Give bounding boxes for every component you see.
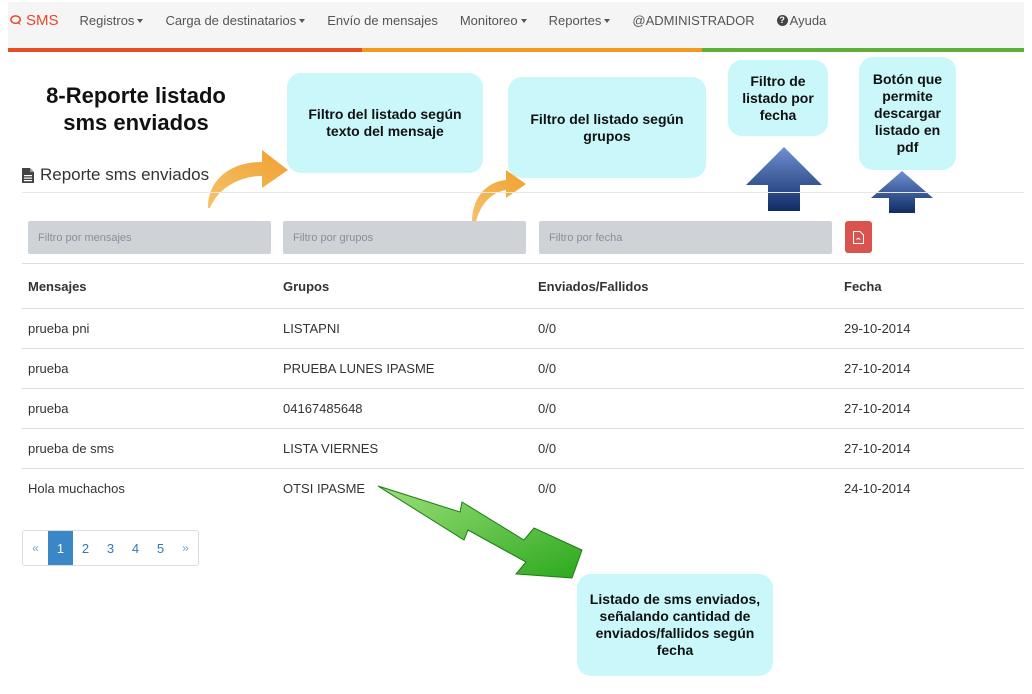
column-header-grupos[interactable]: Grupos [283,264,329,308]
curved-arrow-icon [208,150,288,208]
pagination-page-3[interactable]: 3 [98,531,123,565]
cell-grupo: PRUEBA LUNES IPASME [283,361,435,376]
nav-reportes-label: Reportes [548,12,602,28]
caret-down-icon [604,18,611,23]
pagination-page-2[interactable]: 2 [73,531,98,565]
table-row[interactable]: prueba pni LISTAPNI 0/0 29-10-2014 [22,308,1024,348]
caret-down-icon [137,18,144,23]
table-row[interactable]: prueba de sms LISTA VIERNES 0/0 27-10-20… [22,428,1024,468]
table-row[interactable]: Hola muchachos OTSI IPASME 0/0 24-10-201… [22,468,1024,508]
cell-grupo: LISTA VIERNES [283,441,379,456]
page-header: Reporte sms enviados [22,165,209,185]
table-row[interactable]: prueba 04167485648 0/0 27-10-2014 [22,388,1024,428]
cell-grupo: LISTAPNI [283,321,340,336]
pagination-prev[interactable]: « [23,531,48,565]
nav-envio-label: Envío de mensajes [327,12,438,28]
filter-mensajes-input[interactable] [28,221,271,254]
cell-fecha: 29-10-2014 [844,321,911,336]
nav-administrador[interactable]: @ADMINISTRADOR [621,13,765,28]
nav-registros-label: Registros [79,12,135,28]
nav-monitoreo[interactable]: Monitoreo [449,13,538,28]
brand-link[interactable]: SMS [8,12,59,29]
nav-administrador-label: @ADMINISTRADOR [632,12,755,28]
pagination-page-1[interactable]: 1 [48,531,73,565]
cell-mensaje: prueba [28,361,69,376]
callout-text-filter-label: Filtro del listado según texto del mensa… [308,106,462,139]
cell-enviados-fallidos: 0/0 [538,401,557,416]
cell-enviados-fallidos: 0/0 [538,361,557,376]
cell-fecha: 27-10-2014 [844,441,911,456]
table-header-row: Mensajes Grupos Enviados/Fallidos Fecha [22,263,1024,308]
caret-down-icon [520,18,527,23]
callout-list-label: Listado de sms enviados, señalando canti… [589,591,761,658]
chat-icon [10,14,22,25]
callout-group-filter: Filtro del listado según grupos [508,77,706,178]
nav-carga-label: Carga de destinatarios [165,12,297,28]
cell-mensaje: Hola muchachos [28,481,125,496]
question-circle-icon: ? [776,14,788,26]
header-divider [22,192,1024,193]
nav-carga-destinatarios[interactable]: Carga de destinatarios [154,13,316,28]
page-title: Reporte sms enviados [40,165,210,184]
pagination: « 1 2 3 4 5 » [22,530,199,566]
callout-list: Listado de sms enviados, señalando canti… [577,574,773,676]
nav-registros[interactable]: Registros [69,13,155,28]
nav-ayuda[interactable]: ? Ayuda [766,13,838,28]
cell-fecha: 24-10-2014 [844,481,911,496]
cell-enviados-fallidos: 0/0 [538,321,557,336]
filter-fecha-input[interactable] [539,221,832,254]
callout-text-filter: Filtro del listado según texto del mensa… [287,73,483,173]
top-navbar: SMS Registros Carga de destinatarios Env… [8,2,1024,52]
annotation-title-line1: 8-Reporte listado [46,83,226,108]
file-pdf-icon [853,230,864,244]
table-row[interactable]: prueba PRUEBA LUNES IPASME 0/0 27-10-201… [22,348,1024,388]
column-header-mensajes[interactable]: Mensajes [28,264,87,308]
pagination-page-5[interactable]: 5 [148,531,173,565]
nav-reportes[interactable]: Reportes [538,13,622,28]
cell-grupo: OTSI IPASME [283,481,366,496]
pagination-next[interactable]: » [173,531,198,565]
cell-fecha: 27-10-2014 [844,401,911,416]
column-header-fecha[interactable]: Fecha [844,264,882,308]
cell-enviados-fallidos: 0/0 [538,481,557,496]
brand-label: SMS [26,11,59,29]
callout-pdf-label: Botón que permite descargar listado en p… [872,71,943,155]
sms-report-table: Mensajes Grupos Enviados/Fallidos Fecha … [22,263,1024,508]
caret-down-icon [299,18,306,23]
nav-ayuda-label: Ayuda [789,12,827,28]
pagination-page-4[interactable]: 4 [123,531,148,565]
callout-date-filter-label: Filtro de listado por fecha [742,72,814,123]
annotation-title-line2: sms enviados [63,110,209,135]
nav-envio-mensajes[interactable]: Envío de mensajes [316,13,449,28]
callout-pdf: Botón que permite descargar listado en p… [859,57,956,170]
up-arrow-icon [746,147,822,211]
cell-mensaje: prueba pni [28,321,90,336]
cell-fecha: 27-10-2014 [844,361,911,376]
cell-mensaje: prueba de sms [28,441,114,456]
file-text-icon [22,167,34,183]
annotation-title: 8-Reporte listado sms enviados [20,82,252,136]
callout-date-filter: Filtro de listado por fecha [728,60,828,136]
callout-group-filter-label: Filtro del listado según grupos [530,110,684,144]
nav-monitoreo-label: Monitoreo [459,12,518,28]
accent-color-bar [8,48,1024,52]
pdf-download-button[interactable] [845,221,872,253]
cell-enviados-fallidos: 0/0 [538,441,557,456]
filter-grupos-input[interactable] [283,221,526,254]
cell-mensaje: prueba [28,401,69,416]
column-header-enviados-fallidos[interactable]: Enviados/Fallidos [538,264,649,308]
cell-grupo: 04167485648 [283,401,363,416]
